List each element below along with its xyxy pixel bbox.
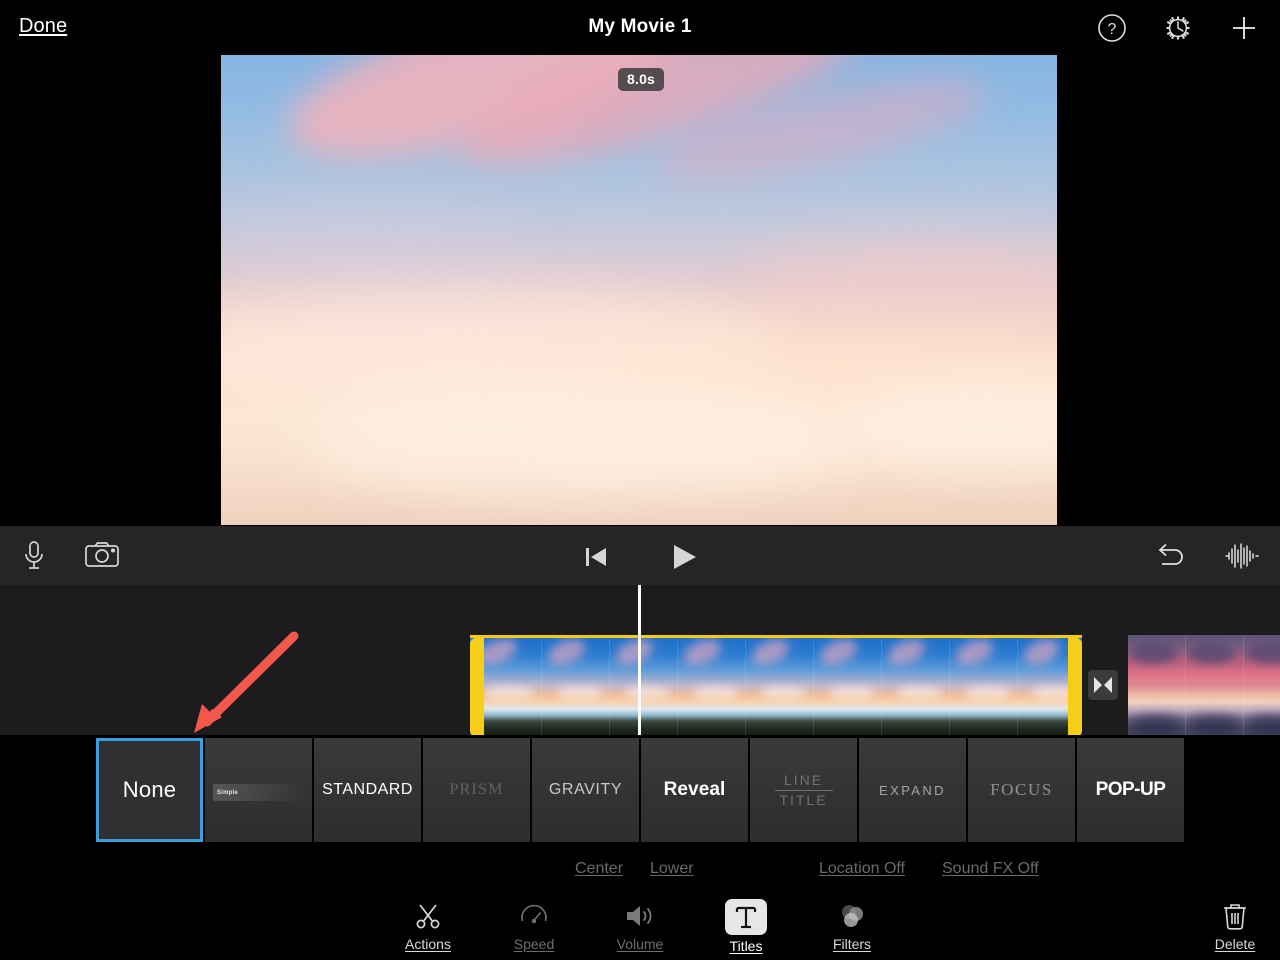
style-tile-linetitle[interactable]: LINE TITLE [750, 738, 857, 842]
preview-image [221, 55, 1057, 525]
trim-handle-right[interactable] [1068, 638, 1082, 735]
style-tile-prism[interactable]: PRISM [423, 738, 530, 842]
tool-filters[interactable]: Filters [814, 899, 890, 954]
title-t-icon [725, 899, 767, 935]
style-tile-popup[interactable]: POP-UP [1077, 738, 1184, 842]
title-style-row: None Simple STANDARD PRISM GRAVITY Revea… [96, 738, 1184, 842]
tool-label: Speed [514, 936, 554, 952]
nav-icon-group: ? [1092, 8, 1264, 48]
style-tile-label: POP-UP [1096, 779, 1166, 801]
bottom-toolbar: Actions Speed [0, 895, 1280, 960]
delete-button[interactable]: Delete [1200, 899, 1270, 952]
help-icon[interactable]: ? [1092, 8, 1132, 48]
tool-label: Volume [617, 936, 664, 952]
page-title: My Movie 1 [0, 16, 1280, 38]
style-tile-label: Reveal [664, 779, 726, 801]
style-tile-focus[interactable]: FOCUS [968, 738, 1075, 842]
scissors-icon [413, 899, 443, 933]
style-tile-label: GRAVITY [549, 781, 622, 799]
speaker-icon [624, 899, 656, 933]
style-tile-reveal[interactable]: Reveal [641, 738, 748, 842]
title-style-picker[interactable]: None Simple STANDARD PRISM GRAVITY Revea… [0, 735, 1280, 848]
trim-handle-left[interactable] [470, 638, 484, 735]
play-icon[interactable] [664, 538, 704, 576]
style-tile-label: EXPAND [879, 783, 946, 798]
style-tile-label: Simple [217, 790, 238, 796]
preview-frame[interactable]: 8.0s [221, 55, 1057, 525]
transition-icon[interactable] [1088, 670, 1118, 700]
top-navigation-bar: Done My Movie 1 ? [0, 0, 1280, 55]
delete-label: Delete [1215, 936, 1255, 952]
style-tile-simple[interactable]: Simple [205, 738, 312, 842]
option-center[interactable]: Center [575, 860, 623, 878]
tool-volume[interactable]: Volume [602, 899, 678, 954]
tool-label: Actions [405, 936, 451, 952]
svg-text:?: ? [1108, 21, 1117, 38]
option-location[interactable]: Location Off [819, 860, 905, 878]
linetitle-preview: LINE TITLE [775, 773, 833, 807]
tool-titles[interactable]: Titles [708, 899, 784, 954]
timeline-clip-next[interactable] [1128, 635, 1280, 735]
style-tile-expand[interactable]: EXPAND [859, 738, 966, 842]
timeline[interactable] [0, 585, 1280, 735]
tool-actions[interactable]: Actions [390, 899, 466, 954]
style-tile-none[interactable]: None [96, 738, 203, 842]
style-tile-label: STANDARD [322, 781, 413, 799]
imovie-editor: Done My Movie 1 ? [0, 0, 1280, 960]
filmstrip [470, 638, 1082, 735]
clip-duration-badge: 8.0s [618, 68, 664, 91]
divider [775, 790, 833, 791]
tool-speed[interactable]: Speed [496, 899, 572, 954]
transport-right-group [1152, 537, 1262, 575]
transport-center-group [0, 538, 1280, 576]
filmstrip [1128, 635, 1280, 735]
skip-to-start-icon[interactable] [576, 538, 616, 576]
trash-icon [1221, 899, 1249, 933]
simple-preview: Simple [213, 784, 305, 801]
transport-bar [0, 525, 1280, 586]
style-tile-label: None [123, 777, 176, 803]
style-tile-label: PRISM [449, 781, 503, 799]
plus-icon[interactable] [1224, 8, 1264, 48]
speedometer-icon [519, 899, 549, 933]
title-options-row: Center Lower Location Off Sound FX Off [0, 848, 1280, 895]
tool-label: Titles [730, 938, 763, 954]
tool-label: Filters [833, 936, 871, 952]
gear-icon[interactable] [1158, 8, 1198, 48]
style-tile-standard[interactable]: STANDARD [314, 738, 421, 842]
timeline-clip-selected[interactable] [470, 635, 1082, 735]
style-tile-label: FOCUS [990, 780, 1053, 800]
filters-icon [837, 899, 867, 933]
tool-group: Actions Speed [0, 899, 1280, 954]
style-tile-label-line2: TITLE [775, 793, 833, 808]
playhead-line [638, 585, 641, 735]
option-lower[interactable]: Lower [650, 860, 694, 878]
style-tile-gravity[interactable]: GRAVITY [532, 738, 639, 842]
video-preview-area[interactable]: 8.0s [0, 55, 1280, 525]
option-sound-fx[interactable]: Sound FX Off [942, 860, 1039, 878]
undo-icon[interactable] [1152, 537, 1192, 575]
style-tile-label-line1: LINE [775, 773, 833, 788]
audio-waveform-icon[interactable] [1222, 537, 1262, 575]
